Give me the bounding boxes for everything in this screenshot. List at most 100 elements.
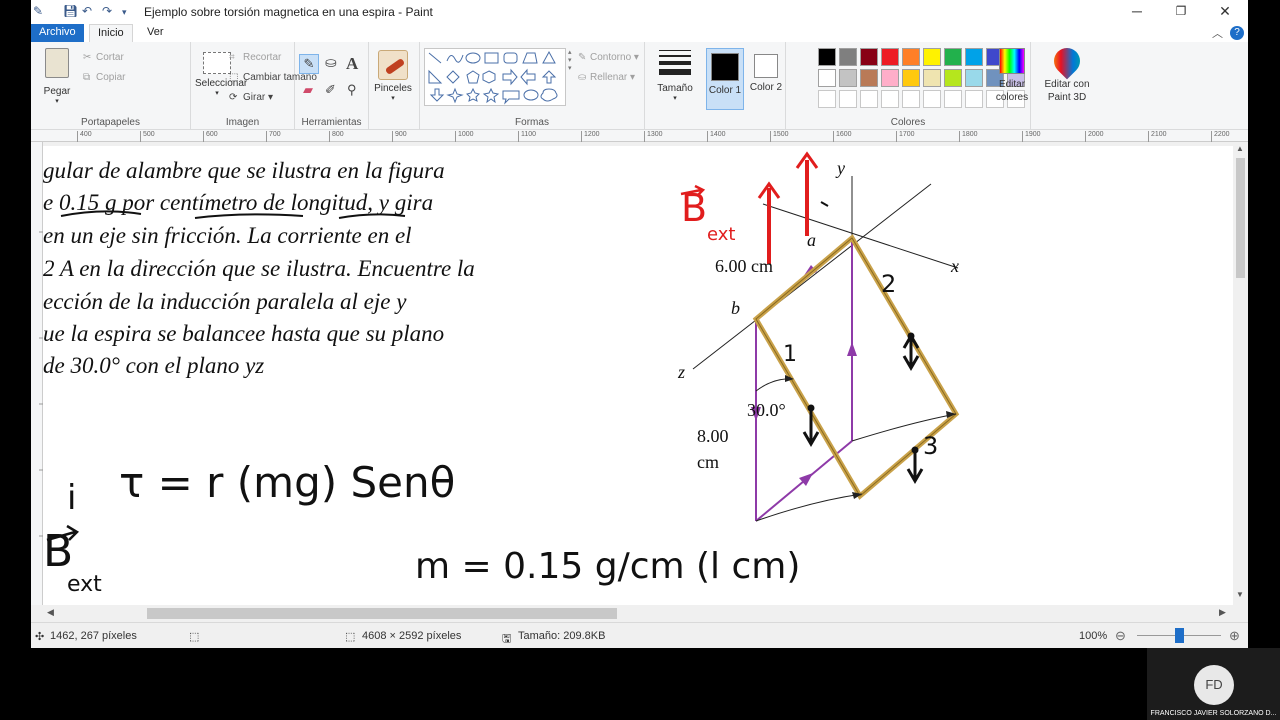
collapse-ribbon-icon[interactable]: ︿ <box>1212 25 1223 41</box>
horizontal-scrollbar[interactable]: ◀ ▶ <box>31 605 1233 622</box>
torque-equation: τ = r (mg) Senθ <box>119 458 456 507</box>
palette-swatch-empty[interactable] <box>881 90 899 108</box>
help-icon[interactable]: ? <box>1230 26 1244 40</box>
tab-inicio[interactable]: Inicio <box>89 24 133 42</box>
customize-quick-access-icon[interactable]: ▾ <box>122 7 127 18</box>
chevron-down-icon: ▾ <box>55 98 59 105</box>
group-label-imagen: Imagen <box>225 117 260 128</box>
segment-label-3: 3 <box>923 432 939 460</box>
palette-swatch[interactable] <box>944 69 962 87</box>
zoom-slider-track[interactable] <box>1137 628 1221 643</box>
color-picker-icon[interactable]: ✐ <box>325 82 336 98</box>
palette-swatch[interactable] <box>965 48 983 66</box>
palette-swatch[interactable] <box>902 69 920 87</box>
vertical-ruler <box>31 142 43 605</box>
brushes-button[interactable]: Pinceles ▾ <box>371 50 415 102</box>
cut-button[interactable]: Cortar <box>96 52 124 63</box>
zoom-slider-thumb[interactable] <box>1175 628 1184 643</box>
edit-paint3d-button[interactable]: Editar con Paint 3D <box>1039 42 1095 104</box>
outline-button[interactable]: Contorno ▾ <box>590 52 639 63</box>
palette-swatch[interactable] <box>860 69 878 87</box>
scroll-left-icon[interactable]: ◀ <box>47 607 54 618</box>
paste-button[interactable]: Pegar ▾ <box>39 48 75 105</box>
maximize-button[interactable]: ❐ <box>1161 2 1201 22</box>
palette-swatch-empty[interactable] <box>860 90 878 108</box>
palette-swatch[interactable] <box>881 48 899 66</box>
palette-swatch[interactable] <box>818 69 836 87</box>
paint3d-icon <box>1048 42 1086 80</box>
cursor-position-icon: ✣ <box>35 631 45 643</box>
vertical-scrollbar[interactable]: ▲ ▼ <box>1233 142 1248 605</box>
palette-swatch[interactable] <box>965 69 983 87</box>
color1-label: Color 1 <box>708 85 742 96</box>
dimension-8-value: 8.00 <box>697 426 729 446</box>
rotate-button[interactable]: Girar ▾ <box>243 92 273 103</box>
palette-swatch[interactable] <box>839 48 857 66</box>
copy-button[interactable]: Copiar <box>96 72 125 83</box>
palette-swatch-empty[interactable] <box>839 90 857 108</box>
ruler-tick-label: 1900 <box>1022 131 1041 142</box>
group-label-formas: Formas <box>515 117 549 128</box>
zoom-out-button[interactable]: ⊖ <box>1115 628 1126 644</box>
chevron-down-icon: ▾ <box>673 95 677 102</box>
size-button[interactable]: Tamaño ▾ <box>651 50 699 102</box>
palette-swatch[interactable] <box>944 48 962 66</box>
tab-ver[interactable]: Ver <box>139 24 172 42</box>
crop-button[interactable]: Recortar <box>243 52 281 63</box>
eraser-icon[interactable]: ▰ <box>303 82 313 98</box>
paint-window: ✎ 💾︎ ↶ ↷ ▾ Ejemplo sobre torsión magneti… <box>31 0 1248 648</box>
group-imagen: Seleccionar ▾ ⌗ Recortar ⬚ Cambiar tamañ… <box>191 42 317 130</box>
drawing-canvas[interactable]: gular de alambre que se ilustra en la fi… <box>43 146 1233 605</box>
scroll-down-icon[interactable]: ▼ <box>1236 590 1244 599</box>
group-label-herramientas: Herramientas <box>301 117 362 128</box>
save-icon[interactable]: 💾︎ <box>63 4 78 18</box>
ruler-tick-label: 600 <box>203 131 218 142</box>
bext-b: B <box>43 526 74 577</box>
brushes-label: Pinceles <box>374 83 412 94</box>
redo-icon[interactable]: ↷ <box>102 4 112 18</box>
color1-button[interactable]: Color 1 <box>706 48 744 110</box>
palette-swatch[interactable] <box>860 48 878 66</box>
ruler-tick-label: 1600 <box>833 131 852 142</box>
mass-equation: m = 0.15 g/cm (l cm) <box>415 546 801 587</box>
palette-swatch[interactable] <box>839 69 857 87</box>
vertical-scroll-thumb[interactable] <box>1236 158 1245 278</box>
close-button[interactable]: ✕ <box>1205 2 1245 22</box>
text-tool-icon[interactable]: A <box>346 54 358 74</box>
pencil-icon[interactable]: ✎ <box>299 54 319 74</box>
palette-swatch[interactable] <box>923 48 941 66</box>
copy-icon: ⧉ <box>83 72 91 83</box>
scroll-up-icon[interactable]: ▲ <box>1236 144 1244 153</box>
shapes-icon <box>428 50 558 105</box>
paint-app-icon[interactable]: ✎ <box>33 4 43 18</box>
shapes-gallery[interactable] <box>424 48 566 106</box>
axis-label-z: z <box>678 362 686 382</box>
bullet-mark: i <box>67 478 77 518</box>
scroll-right-icon[interactable]: ▶ <box>1219 607 1226 618</box>
crop-icon: ⌗ <box>229 52 235 63</box>
palette-swatch[interactable] <box>923 69 941 87</box>
minimize-button[interactable]: ─ <box>1117 2 1157 22</box>
shapes-scroll-icon[interactable]: ▴ ▾ ▾ <box>568 48 572 72</box>
palette-swatch[interactable] <box>902 48 920 66</box>
zoom-in-button[interactable]: ⊕ <box>1229 628 1240 644</box>
problem-line-4: 2 A en la dirección que se ilustra. Encu… <box>43 256 475 281</box>
palette-swatch-empty[interactable] <box>818 90 836 108</box>
tab-archivo[interactable]: Archivo <box>31 24 84 42</box>
fill-bucket-icon[interactable]: ⛀ <box>325 54 337 71</box>
palette-swatch[interactable] <box>818 48 836 66</box>
edit-colors-button[interactable]: Editar colores <box>994 48 1030 104</box>
rotate-label: Girar <box>243 92 266 103</box>
palette-swatch-empty[interactable] <box>944 90 962 108</box>
horizontal-scroll-thumb[interactable] <box>147 608 617 619</box>
palette-swatch-empty[interactable] <box>902 90 920 108</box>
magnifier-icon[interactable]: ⚲ <box>347 82 357 98</box>
color2-button[interactable]: Color 2 <box>747 48 785 110</box>
palette-swatch-empty[interactable] <box>923 90 941 108</box>
fill-button[interactable]: Rellenar ▾ <box>590 72 635 83</box>
palette-swatch[interactable] <box>881 69 899 87</box>
undo-icon[interactable]: ↶ <box>82 4 92 18</box>
webcam-overlay: FD FRANCISCO JAVIER SOLORZANO D... <box>1147 648 1280 720</box>
palette-swatch-empty[interactable] <box>965 90 983 108</box>
ruler-tick-label: 1800 <box>959 131 978 142</box>
